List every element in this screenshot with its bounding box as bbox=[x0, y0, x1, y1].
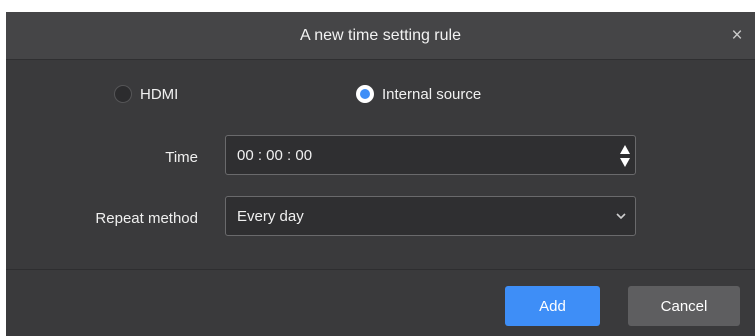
time-label: Time bbox=[165, 149, 198, 166]
radio-hdmi-label: HDMI bbox=[140, 85, 179, 103]
add-button[interactable]: Add bbox=[505, 286, 600, 326]
close-icon[interactable]: × bbox=[727, 26, 747, 46]
chevron-down-icon[interactable] bbox=[615, 210, 627, 222]
dialog-titlebar: A new time setting rule × bbox=[6, 12, 755, 60]
repeat-method-value: Every day bbox=[237, 207, 304, 225]
source-radio-group: HDMI Internal source bbox=[6, 85, 755, 109]
arrow-down-icon[interactable] bbox=[619, 156, 631, 170]
repeat-method-label: Repeat method bbox=[95, 210, 198, 227]
radio-checked-icon[interactable] bbox=[356, 85, 374, 103]
radio-internal-source[interactable]: Internal source bbox=[356, 85, 481, 103]
time-value: 00 : 00 : 00 bbox=[237, 146, 313, 164]
repeat-method-select[interactable]: Every day bbox=[225, 196, 636, 236]
dialog-title: A new time setting rule bbox=[300, 26, 461, 44]
radio-hdmi[interactable]: HDMI bbox=[114, 85, 178, 103]
time-rule-dialog: A new time setting rule × HDMI Internal … bbox=[6, 12, 755, 336]
dialog-footer: Add Cancel bbox=[6, 270, 755, 336]
time-spinner bbox=[619, 138, 631, 174]
cancel-button[interactable]: Cancel bbox=[628, 286, 740, 326]
radio-unchecked-icon[interactable] bbox=[114, 85, 132, 103]
dialog-body: HDMI Internal source Time 00 : 00 : 00 R… bbox=[6, 60, 755, 270]
arrow-up-icon[interactable] bbox=[619, 142, 631, 156]
time-input[interactable]: 00 : 00 : 00 bbox=[225, 135, 636, 175]
radio-internal-source-label: Internal source bbox=[382, 85, 482, 103]
